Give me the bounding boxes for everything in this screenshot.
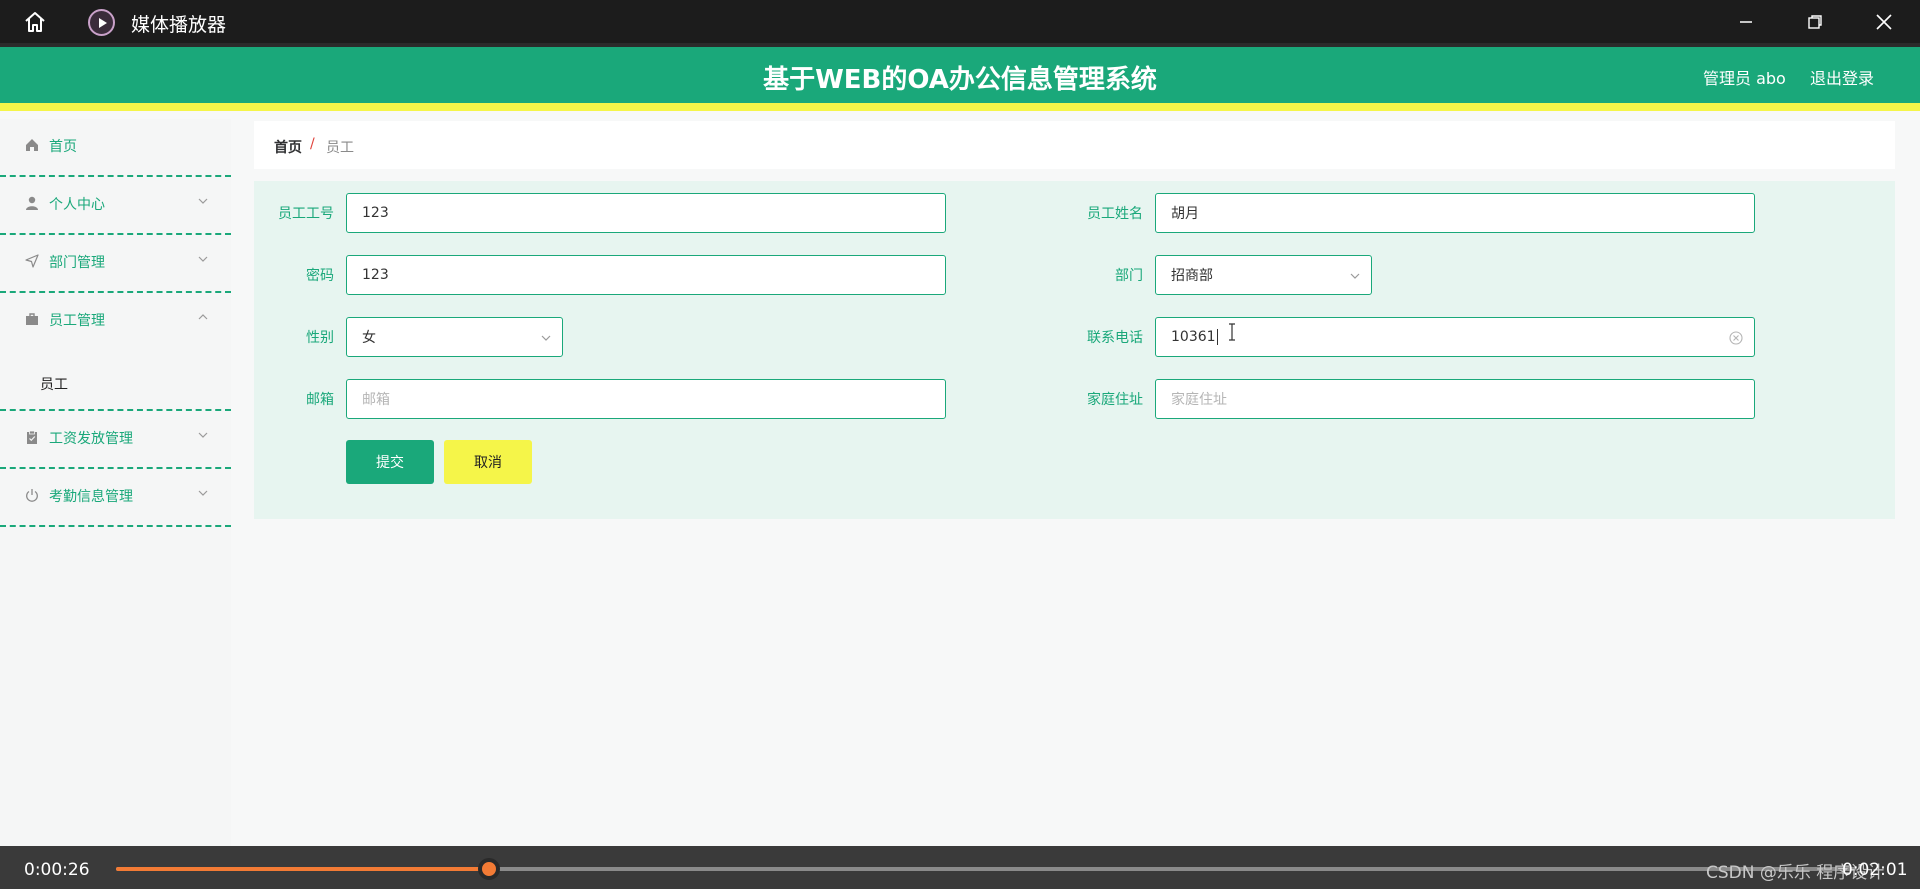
dept-label: 部门 [1115,268,1143,284]
briefcase-icon [24,311,40,327]
close-icon[interactable] [1869,9,1899,35]
minimize-icon[interactable] [1731,9,1761,35]
current-user: 管理员 abo [1703,69,1786,88]
sidebar-item-label: 员工管理 [49,313,105,329]
chevron-down-icon [197,487,209,499]
app-header: 基于WEB的OA办公信息管理系统 管理员 abo 退出登录 [0,47,1920,111]
submit-button[interactable]: 提交 [346,440,434,484]
total-time: 0:02:01 [1842,860,1908,880]
breadcrumb-separator: / [310,136,315,152]
emp-name-value: 胡月 [1171,206,1199,222]
sidebar-item-label: 考勤信息管理 [49,489,133,505]
gender-label: 性别 [306,330,334,346]
dept-select[interactable]: 招商部 [1155,255,1372,295]
sidebar-item-personal-center[interactable]: 个人中心 [0,177,231,235]
media-player-bar: 0:00:26 CSDN @乐乐 程序设计 0:02:01 [0,846,1920,889]
chevron-down-icon [197,429,209,441]
text-caret [1216,329,1218,345]
address-placeholder: 家庭住址 [1171,392,1227,408]
phone-value: 10361 [1171,329,1216,345]
emp-name-input[interactable]: 胡月 [1155,193,1755,233]
seek-bar[interactable] [116,858,1856,880]
emp-no-value: 123 [362,205,389,221]
window-titlebar: 媒体播放器 [0,0,1920,43]
chevron-down-icon [1349,270,1361,282]
password-input[interactable]: 123 [346,255,946,295]
email-placeholder: 邮箱 [362,392,390,408]
restore-icon[interactable] [1800,9,1830,35]
dept-value: 招商部 [1171,268,1213,284]
email-input[interactable]: 邮箱 [346,379,946,419]
media-player-logo-icon [88,9,115,36]
cancel-button[interactable]: 取消 [444,440,532,484]
password-value: 123 [362,267,389,283]
seek-thumb[interactable] [478,858,501,880]
sidebar-subitem-employee[interactable]: 员工 [0,351,231,411]
address-input[interactable]: 家庭住址 [1155,379,1755,419]
sidebar-item-label: 部门管理 [49,255,105,271]
system-title: 基于WEB的OA办公信息管理系统 [763,65,1157,95]
breadcrumb-home[interactable]: 首页 [274,137,302,157]
logout-link[interactable]: 退出登录 [1810,65,1874,89]
elapsed-time: 0:00:26 [24,860,90,880]
sidebar-item-employee[interactable]: 员工管理 [0,293,231,351]
chevron-down-icon [197,195,209,207]
house-icon [24,137,40,153]
sidebar-item-department[interactable]: 部门管理 [0,235,231,293]
chevron-down-icon [540,332,552,344]
gender-value: 女 [362,330,376,346]
sidebar-item-home[interactable]: 首页 [0,119,231,177]
sidebar-item-label: 个人中心 [49,197,105,213]
chevron-down-icon [197,253,209,265]
ibeam-cursor-icon [1228,323,1236,341]
sidebar-subitem-label: 员工 [40,377,68,393]
breadcrumb: 首页 / 员工 [254,121,1895,169]
seek-progress [116,867,490,871]
password-label: 密码 [306,268,334,284]
sidebar: 首页 个人中心 部门管理 员工管理 员工 工资发放管理 考勤信息管理 [0,119,231,846]
emp-name-label: 员工姓名 [1087,206,1143,222]
clipboard-icon [24,429,40,445]
gender-select[interactable]: 女 [346,317,563,357]
breadcrumb-current: 员工 [326,140,354,156]
user-icon [24,195,40,211]
power-icon [24,487,40,503]
app-title: 媒体播放器 [131,14,227,36]
sidebar-item-salary[interactable]: 工资发放管理 [0,411,231,469]
email-label: 邮箱 [306,392,334,408]
sidebar-item-label: 工资发放管理 [49,431,133,447]
address-label: 家庭住址 [1087,392,1143,408]
emp-no-label: 员工工号 [278,206,334,222]
clear-circle-icon[interactable] [1728,330,1744,346]
emp-no-input[interactable]: 123 [346,193,946,233]
phone-input[interactable]: 10361 [1155,317,1755,357]
home-icon[interactable] [20,9,50,35]
send-icon [24,253,40,269]
phone-label: 联系电话 [1087,330,1143,346]
chevron-up-icon [197,311,209,323]
sidebar-item-attendance[interactable]: 考勤信息管理 [0,469,231,527]
sidebar-item-label: 首页 [49,139,77,155]
